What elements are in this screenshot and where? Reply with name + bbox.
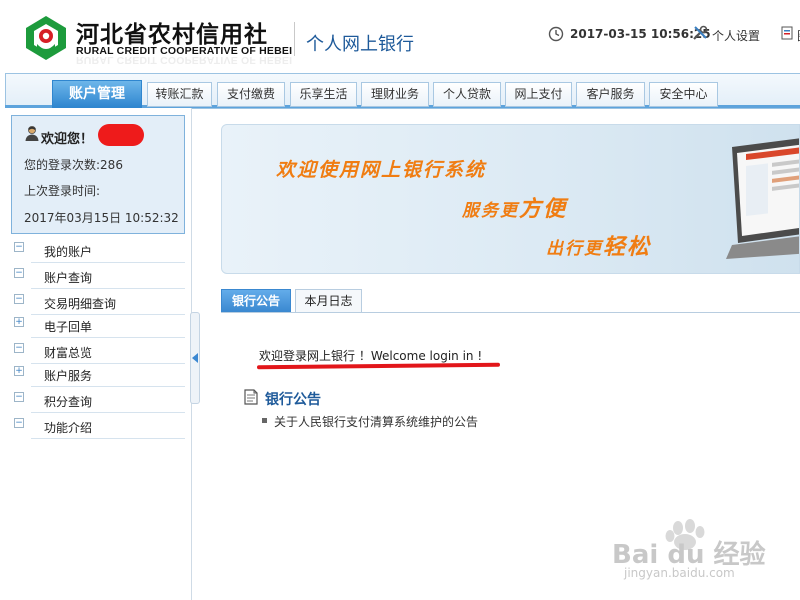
banner-line-easy: 出行更轻松 (546, 229, 651, 261)
site-title: 个人网上银行 (306, 34, 414, 55)
banner-headline: 欢迎使用网上银行系统 (276, 159, 487, 181)
last-login-time: 2017年03月15日 10:52:32 (24, 211, 179, 225)
arrow-left-icon (192, 353, 198, 363)
welcome-banner: 欢迎使用网上银行系统 服务更方便 出行更轻松 (221, 124, 800, 274)
tab-bank-announcements[interactable]: 银行公告 (221, 289, 291, 313)
collapse-toggle-icon[interactable]: − (14, 392, 24, 402)
menu-divider (31, 386, 185, 387)
expand-toggle-icon[interactable]: + (14, 317, 24, 327)
tab-monthly-log[interactable]: 本月日志 (295, 289, 362, 313)
user-info-panel: 欢迎您！ 您的登录次数:286 上次登录时间: 2017年03月15日 10:5… (11, 115, 185, 234)
document-icon[interactable] (780, 25, 796, 41)
collapse-toggle-icon[interactable]: − (14, 294, 24, 304)
notice-section-title: 银行公告 (265, 392, 321, 408)
baidu-jingyan-url: jingyan.baidu.com (624, 566, 735, 580)
nav-tab-online-pay[interactable]: 网上支付 (505, 82, 572, 107)
notice-document-icon (244, 389, 258, 405)
header: 河北省农村信用社 RURAL CREDIT COOPERATIVE OF HEB… (0, 0, 800, 72)
menu-divider (31, 262, 185, 263)
menu-divider (31, 438, 185, 439)
menu-item-points-query[interactable]: − 积分查询 (11, 389, 185, 413)
nav-tab-lifestyle[interactable]: 乐享生活 (290, 82, 357, 107)
menu-item-label: 账户服务 (44, 369, 93, 383)
logo-english-name: RURAL CREDIT COOPERATIVE OF HEBEI (76, 45, 293, 57)
logo-reflection: RURAL CREDIT COOPERATIVE OF HEBEI (76, 57, 293, 66)
tools-settings-icon[interactable] (691, 24, 709, 42)
menu-item-label: 交易明细查询 (44, 297, 117, 311)
menu-item-label: 功能介绍 (44, 421, 93, 435)
menu-item-label: 财富总览 (44, 346, 93, 360)
logo-chinese-name: 河北省农村信用社 (76, 22, 268, 48)
personal-settings-link[interactable]: 个人设置 (712, 27, 760, 44)
menu-item-label: 积分查询 (44, 395, 93, 409)
nav-tab-loans[interactable]: 个人贷款 (433, 82, 501, 107)
nav-tab-transfer[interactable]: 转账汇款 (147, 82, 212, 107)
menu-item-label: 账户查询 (44, 271, 93, 285)
nav-tab-payment[interactable]: 支付缴费 (217, 82, 285, 107)
nav-tab-security-center[interactable]: 安全中心 (649, 82, 718, 107)
menu-item-account-query[interactable]: − 账户查询 (11, 265, 185, 289)
banner-line-convenient: 服务更方便 (462, 191, 567, 223)
header-divider (294, 22, 295, 56)
last-login-label: 上次登录时间: (24, 184, 101, 198)
banner-line-convenient-prefix: 服务更 (462, 201, 519, 221)
sidebar-collapse-handle[interactable] (190, 312, 200, 404)
collapse-toggle-icon[interactable]: − (14, 242, 24, 252)
menu-item-label: 我的账户 (44, 245, 93, 259)
laptop-illustration-icon (726, 138, 799, 259)
banner-line-convenient-emphasis: 方便 (519, 197, 568, 222)
welcome-greeting: 欢迎您！ (41, 132, 94, 147)
menu-item-account-services[interactable]: + 账户服务 (11, 363, 185, 387)
menu-divider (31, 288, 185, 289)
menu-item-feature-intro[interactable]: − 功能介绍 (11, 415, 185, 439)
nav-tab-account-management[interactable]: 账户管理 (52, 80, 142, 108)
menu-divider (31, 412, 185, 413)
expand-toggle-icon[interactable]: + (14, 366, 24, 376)
collapse-toggle-icon[interactable]: − (14, 418, 24, 428)
banner-line-easy-emphasis: 轻松 (603, 235, 652, 260)
menu-item-wealth-overview[interactable]: − 财富总览 (11, 340, 185, 364)
login-count: 您的登录次数:286 (24, 158, 123, 172)
welcome-login-message: 欢迎登录网上银行 ！Welcome login in ! (259, 349, 483, 363)
collapse-toggle-icon[interactable]: − (14, 268, 24, 278)
clock-icon (548, 26, 564, 42)
menu-item-transaction-details[interactable]: − 交易明细查询 (11, 291, 185, 315)
menu-item-e-receipt[interactable]: + 电子回单 (11, 314, 185, 338)
banner-line-easy-prefix: 出行更 (546, 239, 603, 259)
nav-tab-customer-service[interactable]: 客户服务 (576, 82, 645, 107)
current-datetime: 2017-03-15 10:56:25 (570, 27, 711, 41)
user-avatar-icon (25, 126, 39, 141)
notice-link[interactable]: 关于人民银行支付清算系统维护的公告 (274, 413, 478, 430)
menu-item-my-account[interactable]: − 我的账户 (11, 239, 185, 263)
collapse-toggle-icon[interactable]: − (14, 343, 24, 353)
redacted-username (98, 124, 144, 146)
content-tabs-underline (221, 312, 800, 313)
rural-credit-logo-icon (26, 16, 66, 60)
menu-item-label: 电子回单 (44, 320, 93, 334)
menu-divider (31, 337, 185, 338)
nav-tab-wealth[interactable]: 理财业务 (361, 82, 429, 107)
bullet-icon (262, 418, 267, 423)
